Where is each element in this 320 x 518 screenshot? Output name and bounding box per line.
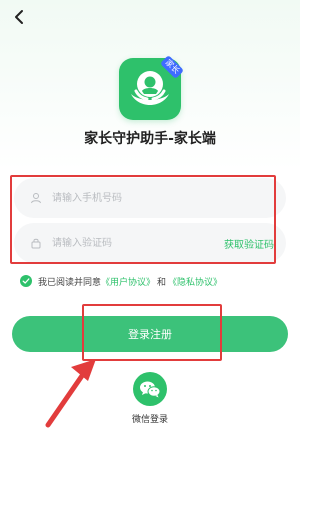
wechat-login-label: 微信登录 — [131, 415, 168, 425]
agreement-row: 我已阅读并同意 《用户协议》 和 《隐私协议》 — [20, 273, 222, 289]
get-code-button[interactable]: 获取验证码 — [224, 236, 286, 251]
agreement-prefix: 我已阅读并同意 — [38, 277, 102, 288]
code-field[interactable]: 获取验证码 — [14, 222, 286, 264]
page-title: 家长守护助手-家长端 — [84, 131, 216, 147]
app-logo: 家长 — [119, 54, 185, 120]
chevron-left-icon — [15, 10, 23, 24]
code-input[interactable] — [46, 222, 224, 264]
agree-checkbox[interactable] — [20, 275, 32, 287]
check-icon — [22, 278, 30, 284]
back-button[interactable] — [8, 6, 30, 28]
phone-input[interactable] — [46, 177, 286, 219]
login-register-button[interactable]: 登录注册 — [12, 316, 288, 352]
wechat-login-button[interactable] — [133, 372, 167, 406]
phone-field[interactable] — [14, 177, 286, 219]
privacy-agreement-link[interactable]: 《隐私协议》 — [168, 275, 222, 288]
wechat-icon — [140, 381, 161, 398]
lock-icon — [26, 237, 46, 249]
user-agreement-link[interactable]: 《用户协议》 — [101, 275, 155, 288]
user-icon — [26, 192, 46, 204]
agreement-and: 和 — [157, 277, 167, 288]
